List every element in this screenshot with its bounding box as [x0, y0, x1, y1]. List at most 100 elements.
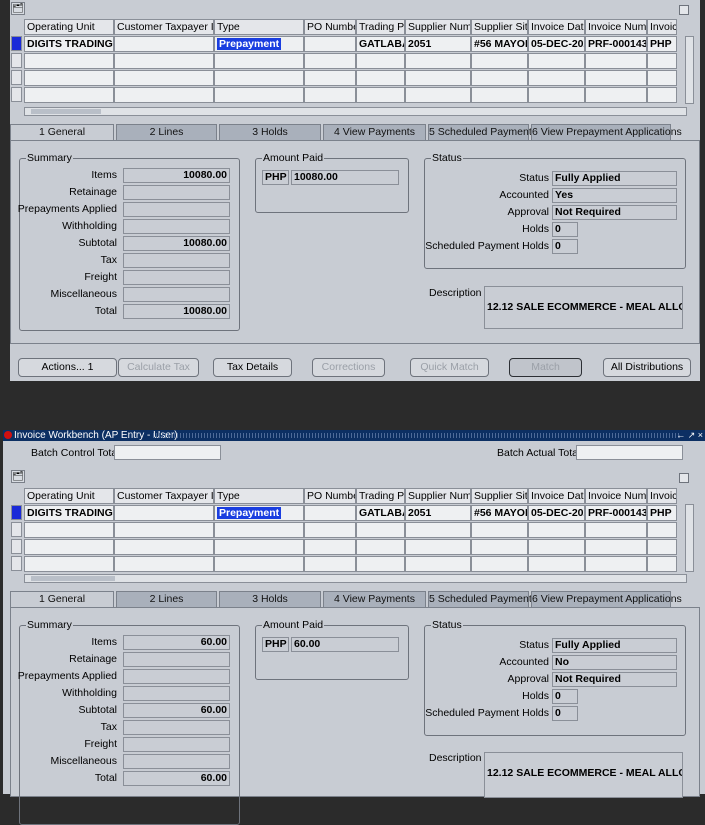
currency-field[interactable]: PHP [262, 170, 289, 185]
table-cell[interactable] [405, 53, 471, 69]
table-cell[interactable] [647, 539, 677, 555]
folder-icon[interactable]: 🗂 [11, 2, 25, 15]
table-cell[interactable] [471, 70, 528, 86]
amount-paid-field[interactable]: 10080.00 [291, 170, 399, 185]
table-cell[interactable] [24, 522, 114, 538]
status-field[interactable]: No [552, 655, 677, 670]
table-cell[interactable]: #56 MAYOR [471, 36, 528, 52]
column-header[interactable]: PO Number [304, 488, 356, 504]
column-header[interactable]: Type [214, 19, 304, 35]
table-cell[interactable] [528, 522, 585, 538]
table-cell[interactable] [114, 70, 214, 86]
vertical-scrollbar[interactable] [685, 36, 694, 104]
table-cell[interactable]: 2051 [405, 505, 471, 521]
status-field[interactable]: 0 [552, 706, 578, 721]
table-cell[interactable] [528, 70, 585, 86]
table-cell[interactable] [585, 539, 647, 555]
column-header[interactable]: Customer Taxpayer ID [114, 488, 214, 504]
column-header[interactable]: Supplier Site [471, 19, 528, 35]
table-cell[interactable]: DIGITS TRADING [24, 36, 114, 52]
tab-2[interactable]: 2 Lines [116, 124, 217, 140]
table-cell[interactable] [304, 36, 356, 52]
summary-field[interactable]: 60.00 [123, 635, 230, 650]
table-cell[interactable] [304, 70, 356, 86]
table-cell[interactable]: PHP [647, 505, 677, 521]
column-header[interactable]: Invoice Num [585, 19, 647, 35]
action-button-2[interactable]: Calculate Tax [118, 358, 199, 377]
summary-field[interactable] [123, 652, 230, 667]
table-cell[interactable] [24, 70, 114, 86]
table-cell[interactable] [114, 522, 214, 538]
table-cell[interactable] [114, 556, 214, 572]
column-header[interactable]: Trading Pa [356, 19, 405, 35]
table-cell[interactable]: GATLABA [356, 36, 405, 52]
table-cell[interactable]: PRF-0001432 [585, 36, 647, 52]
column-header[interactable]: Operating Unit [24, 19, 114, 35]
table-cell[interactable]: PRF-0001432 [585, 505, 647, 521]
table-cell[interactable] [585, 53, 647, 69]
row-selector[interactable] [11, 70, 22, 85]
table-cell[interactable] [214, 539, 304, 555]
tab-5[interactable]: 5 Scheduled Payments [428, 124, 537, 140]
column-header[interactable]: Supplier Num [405, 488, 471, 504]
table-cell[interactable] [528, 556, 585, 572]
row-selector[interactable] [11, 87, 22, 102]
column-header[interactable]: Invoice Num [585, 488, 647, 504]
table-cell[interactable] [114, 505, 214, 521]
table-cell[interactable] [356, 87, 405, 103]
summary-field[interactable] [123, 253, 230, 268]
description-field[interactable]: 12.12 SALE ECOMMERCE - MEAL ALLOWAN [484, 286, 683, 329]
horizontal-scrollbar[interactable] [24, 107, 687, 116]
table-cell[interactable] [585, 70, 647, 86]
summary-field[interactable] [123, 686, 230, 701]
vertical-scrollbar[interactable] [685, 504, 694, 572]
column-header[interactable]: Customer Taxpayer ID [114, 19, 214, 35]
action-button-5[interactable]: Quick Match [410, 358, 489, 377]
table-cell[interactable] [405, 70, 471, 86]
table-cell[interactable] [24, 53, 114, 69]
action-button-6[interactable]: Match [509, 358, 582, 377]
tab-2[interactable]: 2 Lines [116, 591, 217, 607]
table-cell[interactable] [471, 53, 528, 69]
status-field[interactable]: Fully Applied [552, 638, 677, 653]
table-cell[interactable] [647, 87, 677, 103]
table-cell[interactable] [647, 522, 677, 538]
row-selector[interactable] [11, 522, 22, 537]
status-field[interactable]: 0 [552, 689, 578, 704]
description-field[interactable]: 12.12 SALE ECOMMERCE - MEAL ALLOWAN [484, 752, 683, 798]
row-selector[interactable] [11, 36, 22, 51]
table-cell[interactable] [214, 522, 304, 538]
tab-3[interactable]: 3 Holds [219, 591, 321, 607]
table-cell[interactable] [528, 539, 585, 555]
horizontal-scrollbar[interactable] [24, 574, 687, 583]
column-header[interactable]: Invoice Date [528, 488, 585, 504]
column-header[interactable]: Type [214, 488, 304, 504]
table-cell[interactable]: 05-DEC-202 [528, 36, 585, 52]
table-cell[interactable] [471, 522, 528, 538]
row-selector[interactable] [11, 505, 22, 520]
tab-3[interactable]: 3 Holds [219, 124, 321, 140]
tab-1[interactable]: 1 General [10, 124, 114, 141]
tab-4[interactable]: 4 View Payments [323, 124, 426, 140]
table-cell[interactable]: GATLABA [356, 505, 405, 521]
action-button-4[interactable]: Corrections [312, 358, 385, 377]
tab-6[interactable]: 6 View Prepayment Applications [531, 124, 682, 140]
summary-field[interactable] [123, 754, 230, 769]
table-cell[interactable] [356, 70, 405, 86]
batch-control-total-field[interactable] [114, 445, 221, 460]
summary-field[interactable] [123, 737, 230, 752]
tab-4[interactable]: 4 View Payments [323, 591, 426, 607]
table-cell[interactable] [356, 556, 405, 572]
table-cell[interactable] [356, 539, 405, 555]
currency-field[interactable]: PHP [262, 637, 289, 652]
table-cell[interactable] [405, 87, 471, 103]
column-header[interactable]: Operating Unit [24, 488, 114, 504]
status-field[interactable]: Not Required [552, 205, 677, 220]
column-header[interactable]: Trading Pa [356, 488, 405, 504]
table-cell[interactable] [214, 556, 304, 572]
window-controls[interactable]: ← ↗ × [676, 430, 703, 441]
summary-field[interactable]: 60.00 [123, 703, 230, 718]
summary-field[interactable]: 10080.00 [123, 304, 230, 319]
tab-6[interactable]: 6 View Prepayment Applications [531, 591, 682, 607]
table-cell[interactable]: 05-DEC-202 [528, 505, 585, 521]
